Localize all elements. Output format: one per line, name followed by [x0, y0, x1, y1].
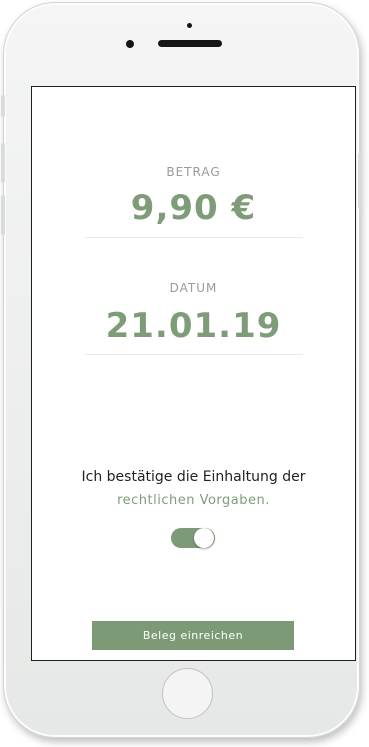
confirmation-text: Ich bestätige die Einhaltung der [81, 469, 306, 485]
amount-divider [85, 237, 303, 238]
amount-value[interactable]: 9,90 € [32, 188, 355, 228]
front-camera-icon [126, 40, 134, 48]
power-button [358, 153, 362, 209]
legal-requirements-link[interactable]: rechtlichen Vorgaben. [32, 493, 355, 508]
home-button-icon[interactable] [162, 668, 213, 719]
date-divider [85, 354, 303, 355]
app-screen: BETRAG 9,90 € DATUM 21.01.19 Ich bestäti… [31, 86, 356, 661]
date-label: DATUM [169, 281, 218, 295]
app-stage: BETRAG 9,90 € DATUM 21.01.19 Ich bestäti… [0, 0, 369, 747]
volume-down-button [1, 195, 5, 235]
proximity-sensor-icon [187, 23, 192, 28]
toggle-knob [194, 528, 214, 548]
submit-receipt-button[interactable]: Beleg einreichen [92, 621, 294, 650]
confirmation-toggle[interactable] [171, 528, 215, 548]
mute-switch [1, 95, 5, 117]
date-value[interactable]: 21.01.19 [32, 306, 355, 346]
volume-up-button [1, 143, 5, 183]
earpiece-speaker-icon [158, 40, 222, 47]
amount-label: BETRAG [166, 165, 221, 179]
